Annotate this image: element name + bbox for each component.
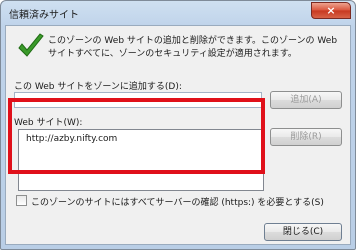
add-site-label: この Web サイトをゾーンに追加する(D): [14, 82, 182, 92]
window-title: 信頼済みサイト [9, 10, 79, 21]
close-icon: × [326, 4, 336, 17]
zone-description: このゾーンの Web サイトの追加と削除ができます。このゾーンの Web サイト… [48, 36, 338, 59]
require-https-label: このゾーンのサイトにはすべてサーバーの確認 (https:) を必要とする(S) [31, 198, 324, 208]
close-dialog-button[interactable]: 閉じる(C) [264, 223, 342, 241]
sites-list-label: Web サイト(W): [14, 118, 83, 128]
trusted-sites-dialog: 信頼済みサイト × このゾーンの Web サイトの追加と削除ができます。このゾー… [0, 0, 356, 250]
list-item[interactable]: http://azby.nifty.com [26, 134, 117, 144]
remove-button[interactable]: 削除(R) [270, 128, 342, 146]
add-button[interactable]: 追加(A) [270, 91, 342, 109]
add-site-input[interactable] [14, 92, 262, 108]
sites-list[interactable]: http://azby.nifty.com [18, 129, 264, 191]
window-close-button[interactable]: × [311, 2, 351, 19]
green-checkmark-icon [18, 33, 44, 57]
title-bar: 信頼済みサイト × [1, 1, 355, 25]
require-https-checkbox[interactable] [16, 195, 27, 206]
dialog-body: このゾーンの Web サイトの追加と削除ができます。このゾーンの Web サイト… [5, 25, 351, 245]
